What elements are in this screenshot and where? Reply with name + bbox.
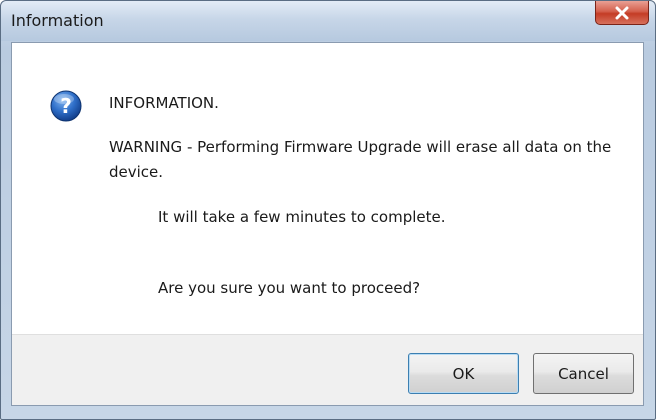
close-button[interactable]	[595, 1, 649, 25]
title-bar[interactable]: Information	[1, 1, 655, 41]
button-bar: OK Cancel	[12, 334, 643, 405]
close-icon	[615, 6, 629, 19]
window-title: Information	[11, 11, 104, 30]
duration-message: It will take a few minutes to complete.	[158, 208, 446, 226]
cancel-button[interactable]: Cancel	[533, 353, 634, 394]
ok-button[interactable]: OK	[408, 353, 519, 394]
dialog-window: Information ? INFORMATION. WARNING - Per…	[0, 0, 656, 420]
warning-message: WARNING - Performing Firmware Upgrade wi…	[109, 138, 612, 181]
dialog-content: ? INFORMATION. WARNING - Performing Firm…	[11, 42, 644, 406]
message-heading: INFORMATION.	[109, 94, 219, 112]
question-icon: ?	[50, 90, 82, 122]
confirmation-question: Are you sure you want to proceed?	[158, 279, 421, 297]
svg-text:?: ?	[60, 94, 72, 118]
